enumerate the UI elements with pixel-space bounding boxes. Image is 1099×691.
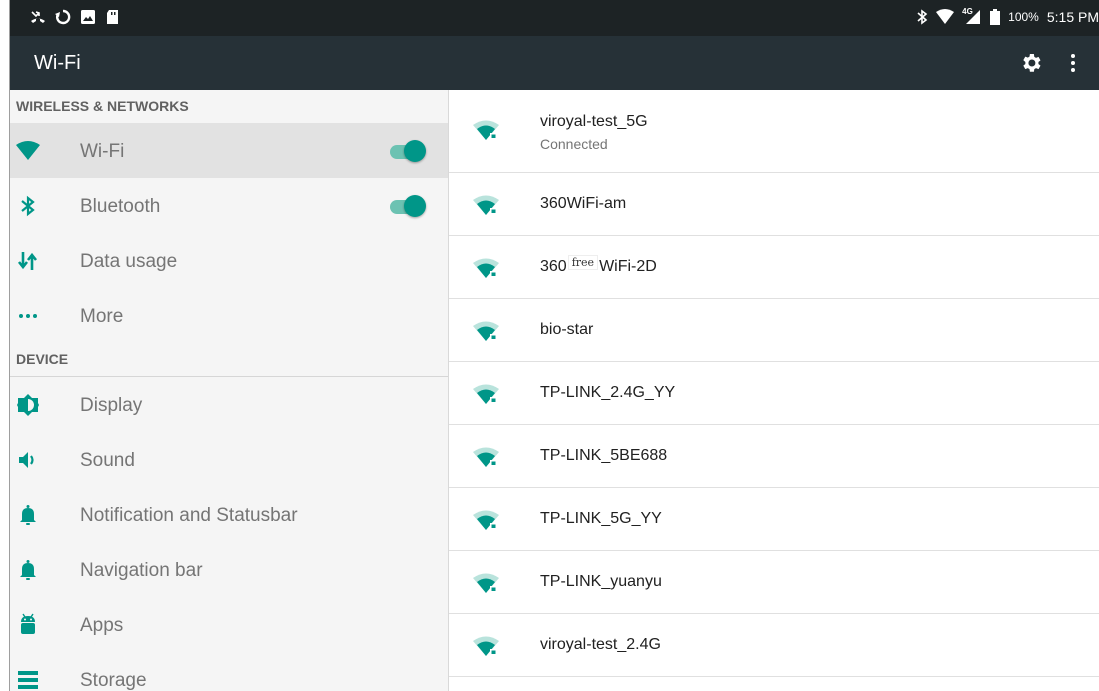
notification-icons xyxy=(30,9,121,25)
brightness-icon xyxy=(17,394,39,416)
sidebar-item-label: Storage xyxy=(80,670,147,691)
image-icon xyxy=(81,10,95,24)
network-ssid: 360 free WiFi-2D xyxy=(540,256,657,276)
wifi-lock-icon xyxy=(473,321,499,341)
sidebar-item-more[interactable]: More xyxy=(10,288,448,343)
network-item[interactable]: bio-star xyxy=(449,299,1099,362)
wifi-lock-icon xyxy=(473,447,499,467)
network-ssid: TP-LINK_5G_YY xyxy=(540,510,662,527)
sidebar-item-wifi[interactable]: Wi-Fi xyxy=(10,123,448,178)
sidebar-item-notification[interactable]: Notification and Statusbar xyxy=(10,487,448,542)
section-header-wireless: WIRELESS & NETWORKS xyxy=(16,98,189,114)
sidebar-item-label: Wi-Fi xyxy=(80,141,125,162)
wifi-signal-icon xyxy=(936,9,955,24)
network-ssid: TP-LINK_yuanyu xyxy=(540,573,662,590)
gear-icon[interactable] xyxy=(1019,51,1043,75)
sidebar-item-data-usage[interactable]: Data usage xyxy=(10,233,448,288)
wifi-icon xyxy=(16,141,40,160)
sd-card-icon xyxy=(107,10,118,24)
wifi-lock-icon xyxy=(473,195,499,215)
sidebar-item-label: Apps xyxy=(80,615,124,636)
network-item[interactable]: TP-LINK_yuanyu xyxy=(449,551,1099,614)
sidebar-item-display[interactable]: Display xyxy=(10,377,448,432)
clock: 5:15 PM xyxy=(1046,9,1099,25)
page-title: Wi-Fi xyxy=(34,52,81,74)
sync-icon xyxy=(55,9,71,25)
network-ssid: viroyal-test_2.4G xyxy=(540,636,661,653)
bell-icon xyxy=(20,560,36,580)
sidebar-item-sound[interactable]: Sound xyxy=(10,432,448,487)
settings-sidebar: WIRELESS & NETWORKS Wi-Fi Bluetooth Data… xyxy=(10,90,449,691)
bluetooth-icon xyxy=(917,9,928,25)
wifi-network-list: viroyal-test_5G Connected 360WiFi-am 360… xyxy=(449,90,1099,691)
data-usage-icon xyxy=(17,252,38,270)
wifi-lock-icon xyxy=(473,510,499,530)
network-item[interactable]: viroyal-test_2.4G xyxy=(449,614,1099,677)
section-header-device: DEVICE xyxy=(10,343,448,377)
more-horiz-icon xyxy=(19,314,37,318)
sidebar-item-label: Sound xyxy=(80,450,135,471)
battery-icon xyxy=(990,9,1001,25)
wifi-lock-icon xyxy=(473,636,499,656)
status-bar: 4G 100% 5:15 PM xyxy=(10,0,1099,36)
sidebar-item-label: More xyxy=(80,306,124,327)
cell-signal-icon: 4G xyxy=(962,7,982,25)
wifi-lock-icon xyxy=(473,120,499,140)
wifi-lock-icon xyxy=(473,573,499,593)
bluetooth-icon xyxy=(21,195,35,217)
volume-icon xyxy=(19,452,34,468)
network-item[interactable]: 360WiFi-am xyxy=(449,173,1099,236)
network-ssid: 360WiFi-am xyxy=(540,195,627,212)
network-item[interactable]: TP-LINK_5G_YY xyxy=(449,488,1099,551)
sidebar-item-navigation-bar[interactable]: Navigation bar xyxy=(10,542,448,597)
network-item[interactable]: TP-LINK_5BE688 xyxy=(449,425,1099,488)
sidebar-item-label: Display xyxy=(80,395,143,416)
battery-percent: 100% xyxy=(1008,10,1039,24)
status-indicators: 4G 100% 5:15 PM xyxy=(916,7,1099,25)
more-vert-icon[interactable] xyxy=(1061,51,1085,75)
network-type-label: 4G xyxy=(962,7,973,16)
free-badge: free xyxy=(568,256,598,269)
network-ssid: viroyal-test_5G xyxy=(540,113,648,130)
sidebar-item-bluetooth[interactable]: Bluetooth xyxy=(10,178,448,233)
network-item[interactable]: viroyal-test_5G Connected xyxy=(449,90,1099,173)
wifi-lock-icon xyxy=(473,258,499,278)
app-toolbar: Wi-Fi xyxy=(10,36,1099,90)
storage-icon xyxy=(18,671,38,689)
sidebar-item-storage[interactable]: Storage xyxy=(10,652,448,691)
sidebar-item-apps[interactable]: Apps xyxy=(10,597,448,652)
network-ssid: TP-LINK_5BE688 xyxy=(540,447,668,464)
wifi-toggle[interactable] xyxy=(388,139,426,163)
bluetooth-toggle[interactable] xyxy=(388,194,426,218)
network-item[interactable]: TP-LINK_2.4G_YY xyxy=(449,362,1099,425)
sidebar-item-label: Data usage xyxy=(80,251,178,272)
ssid-prefix: 360 xyxy=(540,258,567,275)
window-frame xyxy=(0,0,10,691)
sidebar-item-label: Bluetooth xyxy=(80,196,161,217)
missed-call-icon xyxy=(31,11,45,23)
network-status: Connected xyxy=(540,136,608,152)
ssid-suffix: WiFi-2D xyxy=(599,258,657,275)
network-ssid: bio-star xyxy=(540,321,594,338)
bell-icon xyxy=(20,505,36,525)
network-ssid: TP-LINK_2.4G_YY xyxy=(540,384,676,401)
sidebar-item-label: Notification and Statusbar xyxy=(80,505,298,526)
android-icon xyxy=(21,613,35,634)
wifi-lock-icon xyxy=(473,384,499,404)
sidebar-item-label: Navigation bar xyxy=(80,560,203,581)
network-item[interactable]: 360 free WiFi-2D xyxy=(449,236,1099,299)
